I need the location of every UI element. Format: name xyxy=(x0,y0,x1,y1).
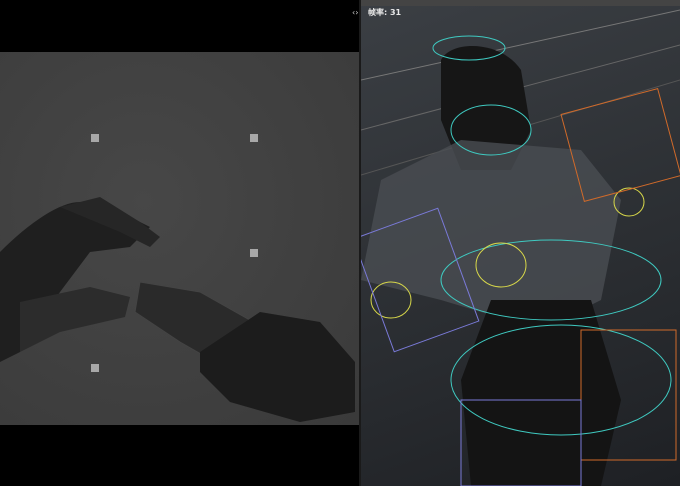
resize-arrows-icon[interactable]: ‹› xyxy=(352,8,358,17)
left-viewport-panel xyxy=(0,0,359,486)
viewport-toolbar xyxy=(361,0,680,6)
fps-readout: 帧率: 31 xyxy=(368,8,402,17)
hands-gun-model xyxy=(0,197,355,422)
left-3d-viewport[interactable] xyxy=(0,52,359,425)
rig-scene xyxy=(361,9,680,486)
right-3d-viewport[interactable] xyxy=(361,0,680,486)
